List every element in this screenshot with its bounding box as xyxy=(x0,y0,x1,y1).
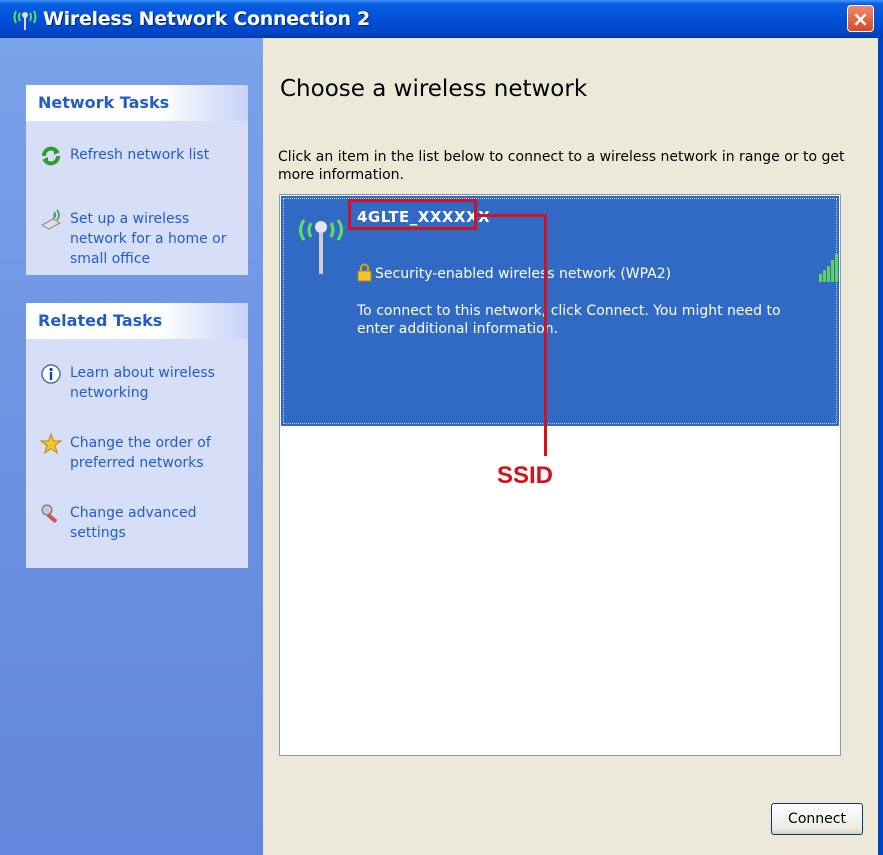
setup-wireless-network-link[interactable]: Set up a wireless network for a home or … xyxy=(70,209,240,269)
connect-button[interactable]: Connect xyxy=(771,803,863,835)
change-network-order-link[interactable]: Change the order of preferred networks xyxy=(70,433,240,473)
tools-icon xyxy=(41,504,58,524)
related-tasks-panel: Related Tasks Learn about wireless netwo… xyxy=(26,303,248,568)
network-description: To connect to this network, click Connec… xyxy=(357,303,781,337)
window-title: Wireless Network Connection 2 xyxy=(43,8,370,30)
task-change-advanced-settings[interactable]: Change advanced settings xyxy=(40,503,240,543)
sidebar: Network Tasks Refresh network list Set u… xyxy=(0,38,263,855)
network-tasks-panel: Network Tasks Refresh network list Set u… xyxy=(26,85,248,275)
refresh-icon xyxy=(42,146,60,166)
task-refresh-network-list[interactable]: Refresh network list xyxy=(40,145,240,167)
lock-icon xyxy=(357,263,372,282)
task-setup-wireless-network[interactable]: Set up a wireless network for a home or … xyxy=(40,209,240,269)
ssid-callout-pointer xyxy=(544,214,547,456)
setup-wireless-icon xyxy=(40,209,62,230)
task-change-network-order[interactable]: Change the order of preferred networks xyxy=(40,433,240,473)
wireless-network-window: Wireless Network Connection 2 × Network … xyxy=(0,0,883,855)
instruction-text: Click an item in the list below to conne… xyxy=(278,149,845,183)
star-icon xyxy=(40,433,62,455)
window-right-border xyxy=(878,38,883,855)
network-list[interactable]: 4GLTE_XXXXXX Security-enabled wireless n… xyxy=(279,194,841,756)
wireless-antenna-icon xyxy=(299,219,343,274)
ssid-callout-label: SSID xyxy=(497,462,554,489)
related-tasks-heading: Related Tasks xyxy=(26,303,248,339)
ssid-callout-connector xyxy=(477,214,547,217)
title-bar[interactable]: Wireless Network Connection 2 × xyxy=(0,0,883,38)
change-advanced-settings-link[interactable]: Change advanced settings xyxy=(70,503,240,543)
network-security: Security-enabled wireless network (WPA2) xyxy=(375,266,672,282)
ssid-callout-box xyxy=(348,199,477,230)
refresh-network-list-link[interactable]: Refresh network list xyxy=(70,145,240,165)
network-item-selected[interactable]: 4GLTE_XXXXXX Security-enabled wireless n… xyxy=(281,196,839,426)
network-tasks-heading: Network Tasks xyxy=(26,85,248,121)
task-learn-wireless[interactable]: Learn about wireless networking xyxy=(40,363,240,403)
close-button[interactable]: × xyxy=(847,5,874,32)
wireless-network-icon xyxy=(13,10,37,30)
main-content: Choose a wireless network Click an item … xyxy=(263,38,883,855)
signal-strength-icon xyxy=(819,254,838,282)
learn-wireless-link[interactable]: Learn about wireless networking xyxy=(70,363,240,403)
page-heading: Choose a wireless network xyxy=(280,76,588,102)
connect-button-label: Connect xyxy=(788,811,846,827)
info-icon xyxy=(41,364,61,384)
